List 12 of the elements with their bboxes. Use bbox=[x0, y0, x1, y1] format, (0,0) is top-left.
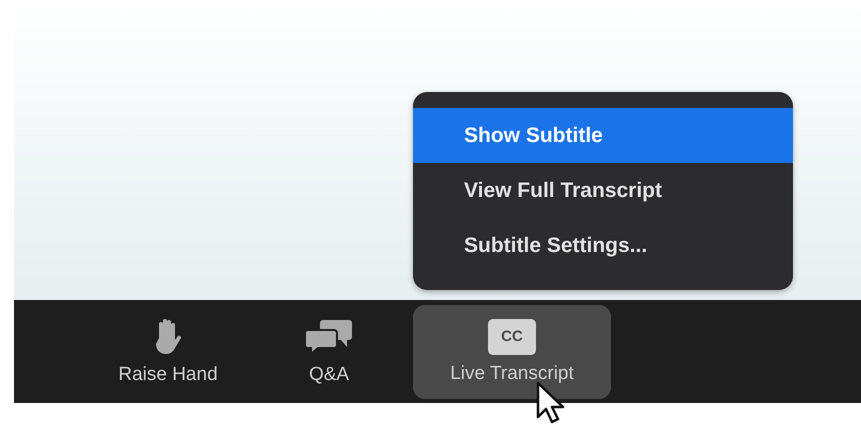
pointer-cursor-icon bbox=[536, 381, 566, 425]
toolbar-button[interactable]: CC Live Transcript bbox=[413, 304, 611, 398]
toolbar-label: Raise Hand bbox=[118, 364, 218, 386]
raised-hand-icon bbox=[153, 318, 183, 356]
closed-captions-icon: CC bbox=[488, 318, 536, 354]
menu-item[interactable]: View Full Transcript bbox=[413, 163, 793, 218]
toolbar-button[interactable]: Raise Hand bbox=[105, 304, 231, 398]
toolbar-button[interactable]: Q&A bbox=[279, 304, 379, 398]
menu-item[interactable]: Show Subtitle bbox=[413, 108, 793, 163]
menu-item[interactable]: Subtitle Settings... bbox=[413, 218, 793, 273]
toolbar-label: Live Transcript bbox=[450, 362, 574, 384]
toolbar-label: Q&A bbox=[308, 364, 350, 386]
